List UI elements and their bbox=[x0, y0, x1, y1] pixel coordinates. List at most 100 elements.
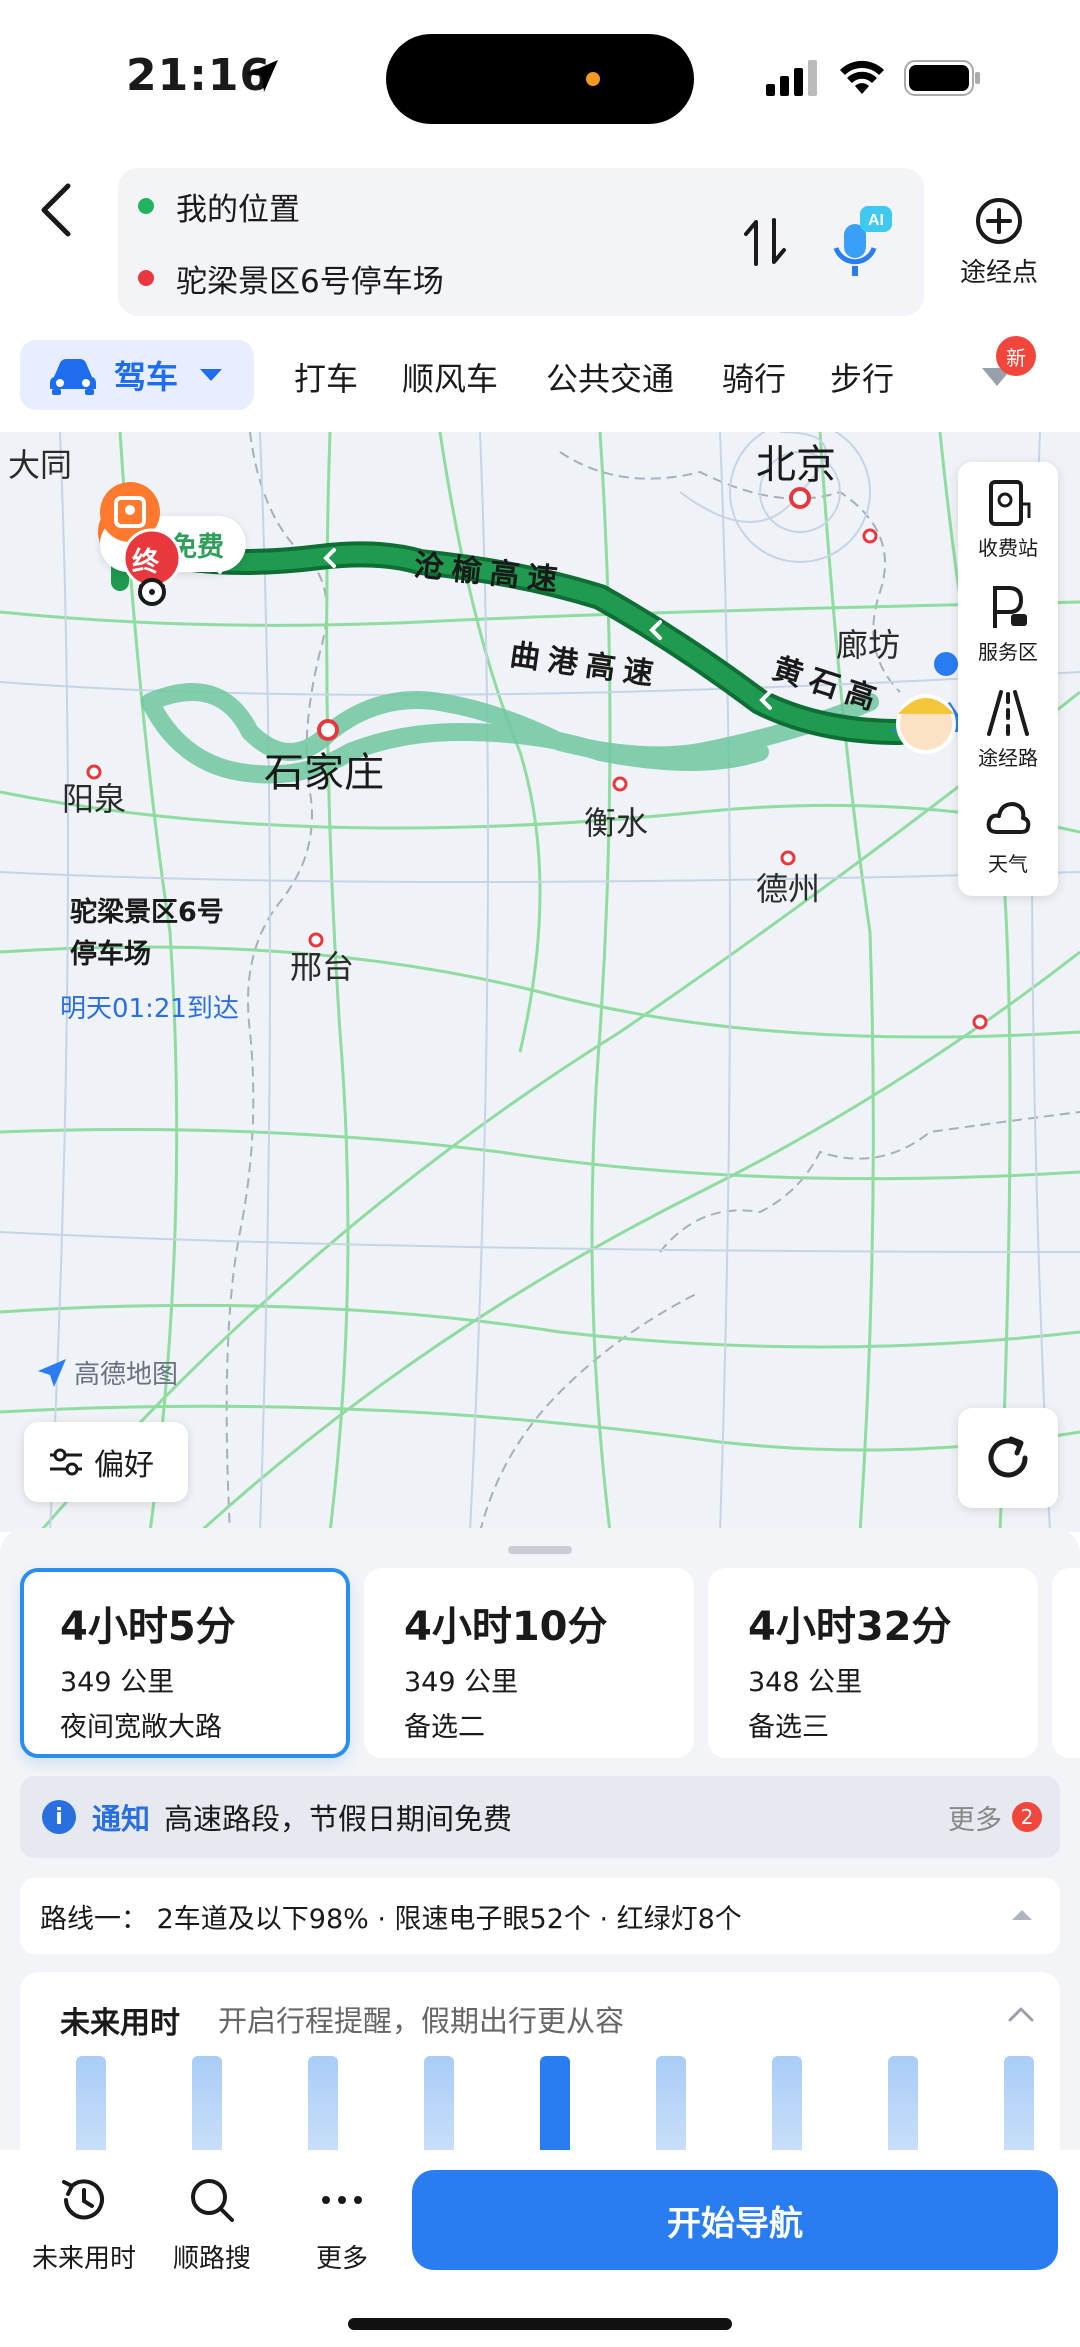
car-icon bbox=[50, 359, 96, 395]
future-time-subtitle: 开启行程提醒，假期出行更从容 bbox=[218, 2004, 625, 2038]
route-tag: 夜间宽敞大路 bbox=[60, 1712, 222, 1743]
more-dots-icon bbox=[322, 2196, 362, 2204]
new-badge: 新 bbox=[996, 336, 1036, 376]
route-tag: 备选二 bbox=[404, 1712, 485, 1743]
route-option-4-peek[interactable] bbox=[1052, 1568, 1080, 1758]
more-button[interactable]: 更多 bbox=[272, 2172, 412, 2275]
toll-station-label: 收费站 bbox=[978, 536, 1038, 560]
city-yangquan: 阳泉 bbox=[62, 780, 127, 818]
home-indicator bbox=[348, 2318, 732, 2330]
info-icon: i bbox=[42, 1800, 76, 1834]
bottom-action-bar: 未来用时 顺路搜 更多 开始导航 bbox=[0, 2150, 1080, 2347]
via-road-icon bbox=[987, 690, 1029, 736]
weather-label: 天气 bbox=[988, 852, 1028, 876]
toll-station-icon bbox=[989, 480, 1031, 526]
weather-button[interactable]: 天气 bbox=[958, 782, 1058, 886]
via-road-label: 途经路 bbox=[978, 746, 1038, 770]
future-time-button[interactable]: 未来用时 bbox=[14, 2172, 154, 2275]
route-tag: 备选三 bbox=[748, 1712, 829, 1743]
service-area-icon bbox=[993, 586, 1027, 628]
city-langfang: 廊坊 bbox=[836, 626, 901, 664]
route-distance: 349 公里 bbox=[60, 1667, 175, 1698]
clock-icon bbox=[62, 2179, 104, 2220]
city-xingtai: 邢台 bbox=[290, 948, 355, 986]
preference-label: 偏好 bbox=[94, 1448, 154, 1483]
service-area-label: 服务区 bbox=[978, 640, 1038, 664]
arrival-time: 明天01:21到达 bbox=[60, 994, 239, 1024]
origin-text: 我的位置 bbox=[176, 191, 300, 228]
notice-count-badge: 2 bbox=[1012, 1802, 1042, 1832]
city-dezhou: 德州 bbox=[756, 870, 821, 908]
chevron-down-icon bbox=[200, 369, 223, 381]
origin-row[interactable]: 我的位置 bbox=[138, 182, 300, 230]
notice-title: 通知 bbox=[92, 1802, 151, 1836]
city-datong: 大同 bbox=[8, 446, 73, 484]
tab-drive[interactable]: 驾车 bbox=[20, 340, 254, 410]
route-distance: 348 公里 bbox=[748, 1667, 863, 1698]
status-bar: 21:16 bbox=[0, 0, 1080, 150]
destination-row[interactable]: 驼梁景区6号停车场 bbox=[138, 254, 444, 302]
search-along-button[interactable]: 顺路搜 bbox=[142, 2172, 282, 2275]
future-time-title: 未来用时 bbox=[60, 2006, 180, 2041]
preference-button[interactable]: 偏好 bbox=[24, 1422, 188, 1502]
toll-station-button[interactable]: 收费站 bbox=[958, 466, 1058, 570]
tab-taxi[interactable]: 打车 bbox=[294, 354, 358, 400]
city-shijiazhuang: 石家庄 bbox=[264, 750, 384, 796]
sheet-grabber[interactable] bbox=[508, 1546, 572, 1554]
battery-icon bbox=[904, 60, 980, 96]
back-button[interactable] bbox=[34, 180, 78, 240]
start-navigation-button[interactable]: 开始导航 bbox=[412, 2170, 1058, 2270]
refresh-icon bbox=[988, 1436, 1028, 1478]
route-option-2[interactable]: 4小时10分 349 公里 备选二 bbox=[364, 1568, 694, 1758]
collapse-triangle-icon bbox=[1012, 1910, 1032, 1920]
destination-map-label: 驼梁景区6号 停车场 bbox=[70, 892, 224, 976]
cloud-icon bbox=[986, 802, 1031, 834]
ai-voice-icon[interactable]: AI bbox=[830, 204, 894, 280]
add-waypoint-label: 途经点 bbox=[959, 258, 1038, 288]
location-arrow-icon bbox=[246, 60, 278, 92]
swap-route-icon[interactable] bbox=[740, 214, 790, 270]
route-option-1[interactable]: 4小时5分 349 公里 夜间宽敞大路 bbox=[20, 1568, 350, 1758]
destination-dot-icon bbox=[138, 270, 154, 286]
tab-walk[interactable]: 步行 bbox=[830, 354, 894, 400]
search-icon bbox=[191, 2179, 234, 2222]
service-area-button[interactable]: 服务区 bbox=[958, 570, 1058, 674]
city-hengshui: 衡水 bbox=[584, 804, 649, 842]
chevron-up-icon[interactable] bbox=[1008, 2006, 1034, 2022]
plus-circle-icon bbox=[976, 198, 1022, 244]
tab-drive-label: 驾车 bbox=[114, 358, 179, 396]
travel-mode-bar: 驾车 打车 顺风车 公共交通 骑行 步行 新 bbox=[0, 336, 1080, 416]
amap-arrow-icon bbox=[38, 1358, 66, 1387]
route-option-3[interactable]: 4小时32分 348 公里 备选三 bbox=[708, 1568, 1038, 1758]
amap-logo: 高德地图 bbox=[36, 1354, 178, 1391]
notice-more-link[interactable]: 更多 bbox=[948, 1798, 1002, 1837]
via-road-button[interactable]: 途经路 bbox=[958, 676, 1058, 780]
tab-carpool[interactable]: 顺风车 bbox=[402, 354, 498, 400]
dynamic-island bbox=[386, 34, 694, 124]
refresh-button[interactable] bbox=[958, 1408, 1058, 1508]
future-time-button-label: 未来用时 bbox=[31, 2244, 136, 2274]
route-distance: 349 公里 bbox=[404, 1667, 519, 1698]
notice-text: 高速路段，节假日期间免费 bbox=[164, 1802, 513, 1836]
destination-map-label-line2: 停车场 bbox=[70, 939, 151, 970]
privacy-dot bbox=[586, 72, 600, 86]
notice-bar[interactable]: i 通知 高速路段，节假日期间免费 更多 2 bbox=[20, 1776, 1060, 1858]
route-map[interactable]: 免费 终 驼梁景区6号 停车场 明天01:21到达 大同 北京 廊坊 石家庄 阳… bbox=[0, 432, 1080, 1532]
route-info-row[interactable]: 路线一： 2车道及以下98% · 限速电子眼52个 · 红绿灯8个 bbox=[20, 1878, 1060, 1954]
cellular-signal-icon bbox=[766, 60, 817, 96]
destination-text: 驼梁景区6号停车场 bbox=[176, 263, 444, 300]
tab-transit[interactable]: 公共交通 bbox=[546, 354, 674, 400]
svg-text:AI: AI bbox=[868, 212, 884, 229]
tab-bike[interactable]: 骑行 bbox=[722, 354, 786, 400]
route-input-box: 我的位置 驼梁景区6号停车场 AI bbox=[118, 168, 924, 316]
city-beijing: 北京 bbox=[756, 442, 836, 488]
route-info-text: 路线一： 2车道及以下98% · 限速电子眼52个 · 红绿灯8个 bbox=[40, 1903, 742, 1935]
more-label: 更多 bbox=[315, 2244, 368, 2274]
map-tools-panel: 收费站 服务区 途经路 天气 bbox=[958, 462, 1058, 896]
amap-logo-text: 高德地图 bbox=[74, 1360, 179, 1390]
add-waypoint-button[interactable]: 途经点 bbox=[954, 196, 1044, 296]
route-duration: 4小时10分 bbox=[404, 1604, 608, 1650]
origin-dot-icon bbox=[138, 198, 154, 214]
destination-pin-icon bbox=[138, 578, 166, 606]
wifi-icon bbox=[840, 60, 884, 94]
